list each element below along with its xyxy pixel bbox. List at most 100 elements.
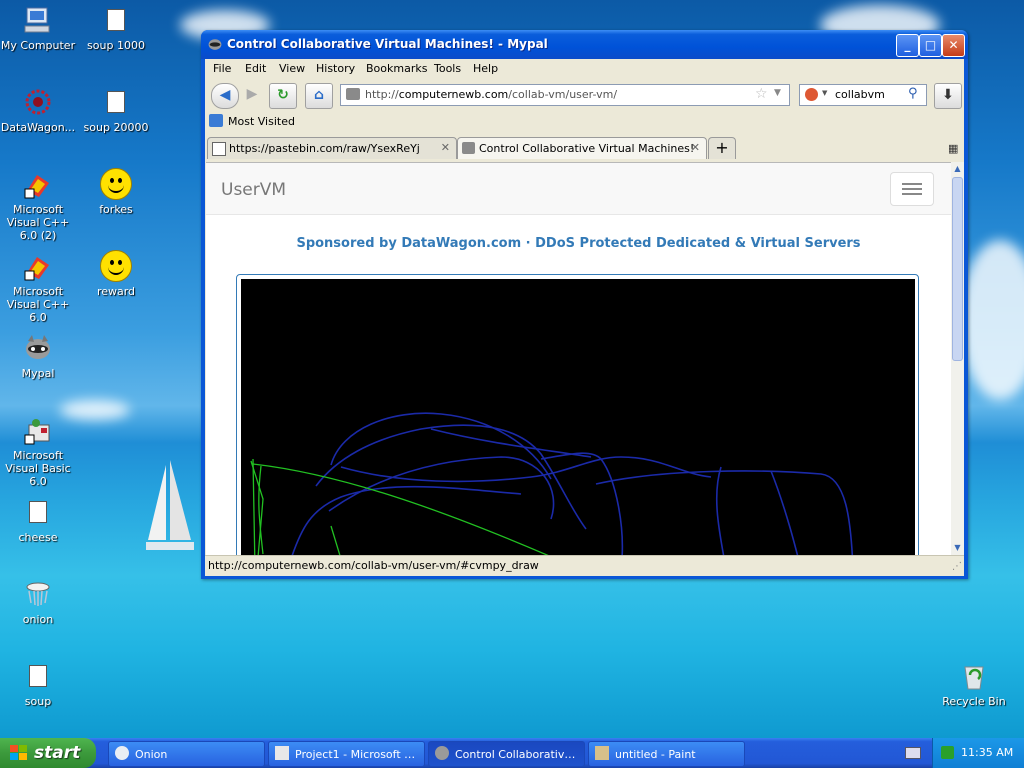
desktop-icon-my-computer[interactable]: My Computer <box>0 4 76 52</box>
desktop-icon-mypal[interactable]: Mypal <box>0 332 76 380</box>
duckduckgo-icon[interactable] <box>805 88 818 101</box>
menu-toggle-button[interactable] <box>890 172 934 206</box>
vm-screen[interactable] <box>241 279 915 556</box>
bookmarks-toolbar: Most Visited <box>205 111 964 133</box>
maximize-button[interactable]: □ <box>919 34 942 57</box>
menu-history[interactable]: History <box>316 62 355 75</box>
search-icon[interactable]: ⚲ <box>908 86 918 101</box>
desktop-icon-soup-1000[interactable]: soup 1000 <box>78 4 154 52</box>
menu-tools[interactable]: Tools <box>434 62 461 75</box>
visual-basic-icon <box>275 746 289 760</box>
desktop-icon-onion[interactable]: onion <box>0 578 76 626</box>
minimize-button[interactable]: _ <box>896 34 919 57</box>
dropdown-arrow-icon[interactable]: ▼ <box>774 88 781 98</box>
tab-pastebin[interactable]: https://pastebin.com/raw/YsexReYj ✕ <box>207 137 457 159</box>
vm-display-frame <box>236 274 919 556</box>
vertical-scrollbar[interactable]: ▲ ▼ <box>951 162 964 555</box>
task-onion[interactable]: Onion <box>108 741 265 767</box>
status-bar: http://computernewb.com/collab-vm/user-v… <box>205 555 964 576</box>
desktop-icon-recycle-bin[interactable]: Recycle Bin <box>936 660 1012 708</box>
site-identity-icon <box>346 88 360 100</box>
back-button[interactable]: ◀ <box>211 83 239 109</box>
desktop-icon-label: My Computer <box>0 39 76 52</box>
task-label: Project1 - Microsoft V... <box>295 748 420 761</box>
tab-grid-icon[interactable]: ▦ <box>948 142 958 155</box>
desktop-icon-visual-cpp[interactable]: Microsoft Visual C++ 6.0 <box>0 250 76 324</box>
visual-basic-icon <box>22 414 54 446</box>
page-icon <box>212 142 226 156</box>
window-titlebar[interactable]: Control Collaborative Virtual Machines! … <box>201 30 968 59</box>
menu-help[interactable]: Help <box>473 62 498 75</box>
resize-grip-icon[interactable]: ⋰ <box>952 561 962 572</box>
menu-file[interactable]: File <box>213 62 231 75</box>
bookmark-star-icon[interactable]: ☆ <box>755 86 768 102</box>
task-label: untitled - Paint <box>615 748 696 761</box>
desktop-icon-datawagon[interactable]: DataWagon... <box>0 86 76 134</box>
url-bar[interactable]: http://computernewb.com/collab-vm/user-v… <box>340 84 790 106</box>
task-label: Control Collaborative ... <box>455 748 580 761</box>
status-text: http://computernewb.com/collab-vm/user-v… <box>208 559 539 572</box>
window-client: File Edit View History Bookmarks Tools H… <box>205 59 964 576</box>
desktop-icon-cheese[interactable]: cheese <box>0 496 76 544</box>
desktop-icon-reward[interactable]: reward <box>78 250 154 298</box>
scroll-up-arrow-icon[interactable]: ▲ <box>951 162 964 176</box>
desktop-icon-label: soup <box>24 695 52 708</box>
bookmark-most-visited[interactable]: Most Visited <box>228 115 295 128</box>
url-text: http://computernewb.com/collab-vm/user-v… <box>365 88 617 101</box>
sponsor-link[interactable]: Sponsored by DataWagon.com · DDoS Protec… <box>206 236 951 251</box>
menu-edit[interactable]: Edit <box>245 62 266 75</box>
url-path: /collab-vm/user-vm/ <box>508 88 618 101</box>
raccoon-icon <box>22 332 54 364</box>
close-button[interactable]: ✕ <box>942 34 965 57</box>
menu-bookmarks[interactable]: Bookmarks <box>366 62 427 75</box>
desktop-icon-visual-cpp-2[interactable]: Microsoft Visual C++ 6.0 (2) <box>0 168 76 242</box>
task-project1[interactable]: Project1 - Microsoft V... <box>268 741 425 767</box>
file-icon <box>22 660 54 692</box>
task-browser[interactable]: Control Collaborative ... <box>428 741 585 767</box>
clock[interactable]: 11:35 AM <box>961 746 1013 759</box>
reload-button[interactable]: ↻ <box>269 83 297 109</box>
downloads-button[interactable]: ⬇ <box>934 83 962 109</box>
url-host: computernewb.com <box>398 88 509 101</box>
system-tray: 11:35 AM <box>932 738 1024 768</box>
paint-icon <box>595 746 609 760</box>
home-button[interactable]: ⌂ <box>305 83 333 109</box>
desktop-icon-label: onion <box>22 613 54 626</box>
search-input[interactable]: collabvm <box>835 88 885 101</box>
raccoon-icon <box>435 746 449 760</box>
file-icon <box>22 496 54 528</box>
start-button[interactable]: start <box>0 738 96 768</box>
reload-icon: ↻ <box>277 87 289 103</box>
file-icon <box>100 4 132 36</box>
computer-icon <box>22 4 54 36</box>
menu-view[interactable]: View <box>279 62 305 75</box>
new-tab-button[interactable]: + <box>708 137 736 159</box>
url-scheme: http:// <box>365 88 399 101</box>
keyboard-icon[interactable] <box>905 747 921 759</box>
desktop-icon-soup[interactable]: soup <box>0 660 76 708</box>
site-brand[interactable]: UserVM <box>221 180 286 200</box>
desktop-icon-label: soup 20000 <box>83 121 149 134</box>
search-engine-dropdown-icon[interactable]: ▼ <box>822 89 827 97</box>
task-paint[interactable]: untitled - Paint <box>588 741 745 767</box>
desktop-icon-label: reward <box>96 285 136 298</box>
desktop-icon-forkes[interactable]: forkes <box>78 168 154 216</box>
desktop-icon-visual-basic[interactable]: Microsoft Visual Basic 6.0 <box>0 414 76 488</box>
desktop-icon-soup-20000[interactable]: soup 20000 <box>78 86 154 134</box>
sailboat-image <box>146 460 194 550</box>
search-bar[interactable]: ▼ collabvm ⚲ <box>799 84 927 106</box>
network-icon[interactable] <box>941 746 954 759</box>
download-arrow-icon: ⬇ <box>942 87 954 103</box>
tab-close-icon[interactable]: ✕ <box>441 141 450 154</box>
smiley-icon <box>100 168 132 200</box>
desktop-icon-label: Mypal <box>21 367 55 380</box>
menu-bar: File Edit View History Bookmarks Tools H… <box>205 59 964 79</box>
scrollbar-thumb[interactable] <box>952 177 963 361</box>
desktop-icon-label: DataWagon... <box>0 121 76 134</box>
tab-close-icon[interactable]: ✕ <box>691 141 700 154</box>
scroll-down-arrow-icon[interactable]: ▼ <box>951 541 964 555</box>
forward-button[interactable]: ▶ <box>239 83 265 107</box>
tab-collabvm[interactable]: Control Collaborative Virtual Machines! … <box>457 137 707 159</box>
windows-logo-icon <box>10 745 28 761</box>
site-icon <box>462 142 475 154</box>
